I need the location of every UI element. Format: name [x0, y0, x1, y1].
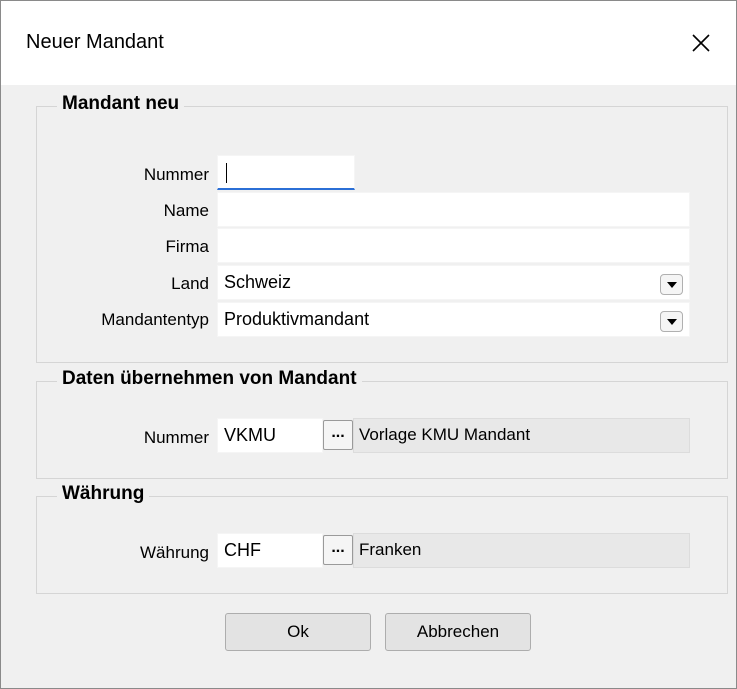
title-bar: Neuer Mandant: [1, 1, 736, 85]
land-dropdown-button[interactable]: [660, 274, 683, 295]
mandantentyp-select[interactable]: Produktivmandant: [217, 302, 690, 337]
firma-input[interactable]: [217, 228, 690, 263]
mandantentyp-select-value: Produktivmandant: [224, 309, 370, 329]
mandantentyp-dropdown-button[interactable]: [660, 311, 683, 332]
chevron-down-icon: [666, 318, 677, 325]
close-button[interactable]: [681, 23, 721, 63]
window-title: Neuer Mandant: [26, 31, 164, 53]
daten-nummer-input[interactable]: VKMU: [217, 418, 323, 453]
land-select[interactable]: Schweiz: [217, 265, 690, 300]
land-label: Land: [171, 274, 209, 293]
daten-nummer-label: Nummer: [143, 428, 209, 447]
waehrung-description: Franken: [353, 533, 690, 568]
nummer-label: Nummer: [143, 165, 209, 184]
close-icon: [692, 34, 710, 52]
name-input[interactable]: [217, 192, 690, 227]
group-waehrung: Währung Währung CHF ... Franken: [36, 483, 728, 594]
daten-description: Vorlage KMU Mandant: [353, 418, 690, 453]
group-daten-uebernehmen: Daten übernehmen von Mandant Nummer VKMU…: [36, 368, 728, 479]
ok-button[interactable]: Ok: [225, 613, 371, 651]
chevron-down-icon: [666, 281, 677, 288]
waehrung-input[interactable]: CHF: [217, 533, 323, 568]
group-waehrung-legend: Währung: [57, 483, 150, 505]
group-daten-uebernehmen-legend: Daten übernehmen von Mandant: [57, 368, 362, 390]
group-mandant-neu: Mandant neu Nummer Name Firma Land Schwe…: [36, 93, 728, 363]
group-mandant-neu-legend: Mandant neu: [57, 93, 185, 115]
cancel-button[interactable]: Abbrechen: [385, 613, 531, 651]
land-select-value: Schweiz: [224, 272, 292, 292]
waehrung-lookup-button[interactable]: ...: [323, 535, 353, 565]
firma-label: Firma: [165, 237, 209, 256]
text-caret: [226, 163, 227, 183]
nummer-input[interactable]: [217, 155, 355, 190]
mandantentyp-label: Mandantentyp: [101, 310, 209, 329]
daten-lookup-button[interactable]: ...: [323, 420, 353, 450]
dialog-window: Neuer Mandant Mandant neu Nummer Name Fi…: [0, 0, 737, 689]
waehrung-label: Währung: [140, 543, 209, 562]
name-label: Name: [163, 201, 209, 220]
